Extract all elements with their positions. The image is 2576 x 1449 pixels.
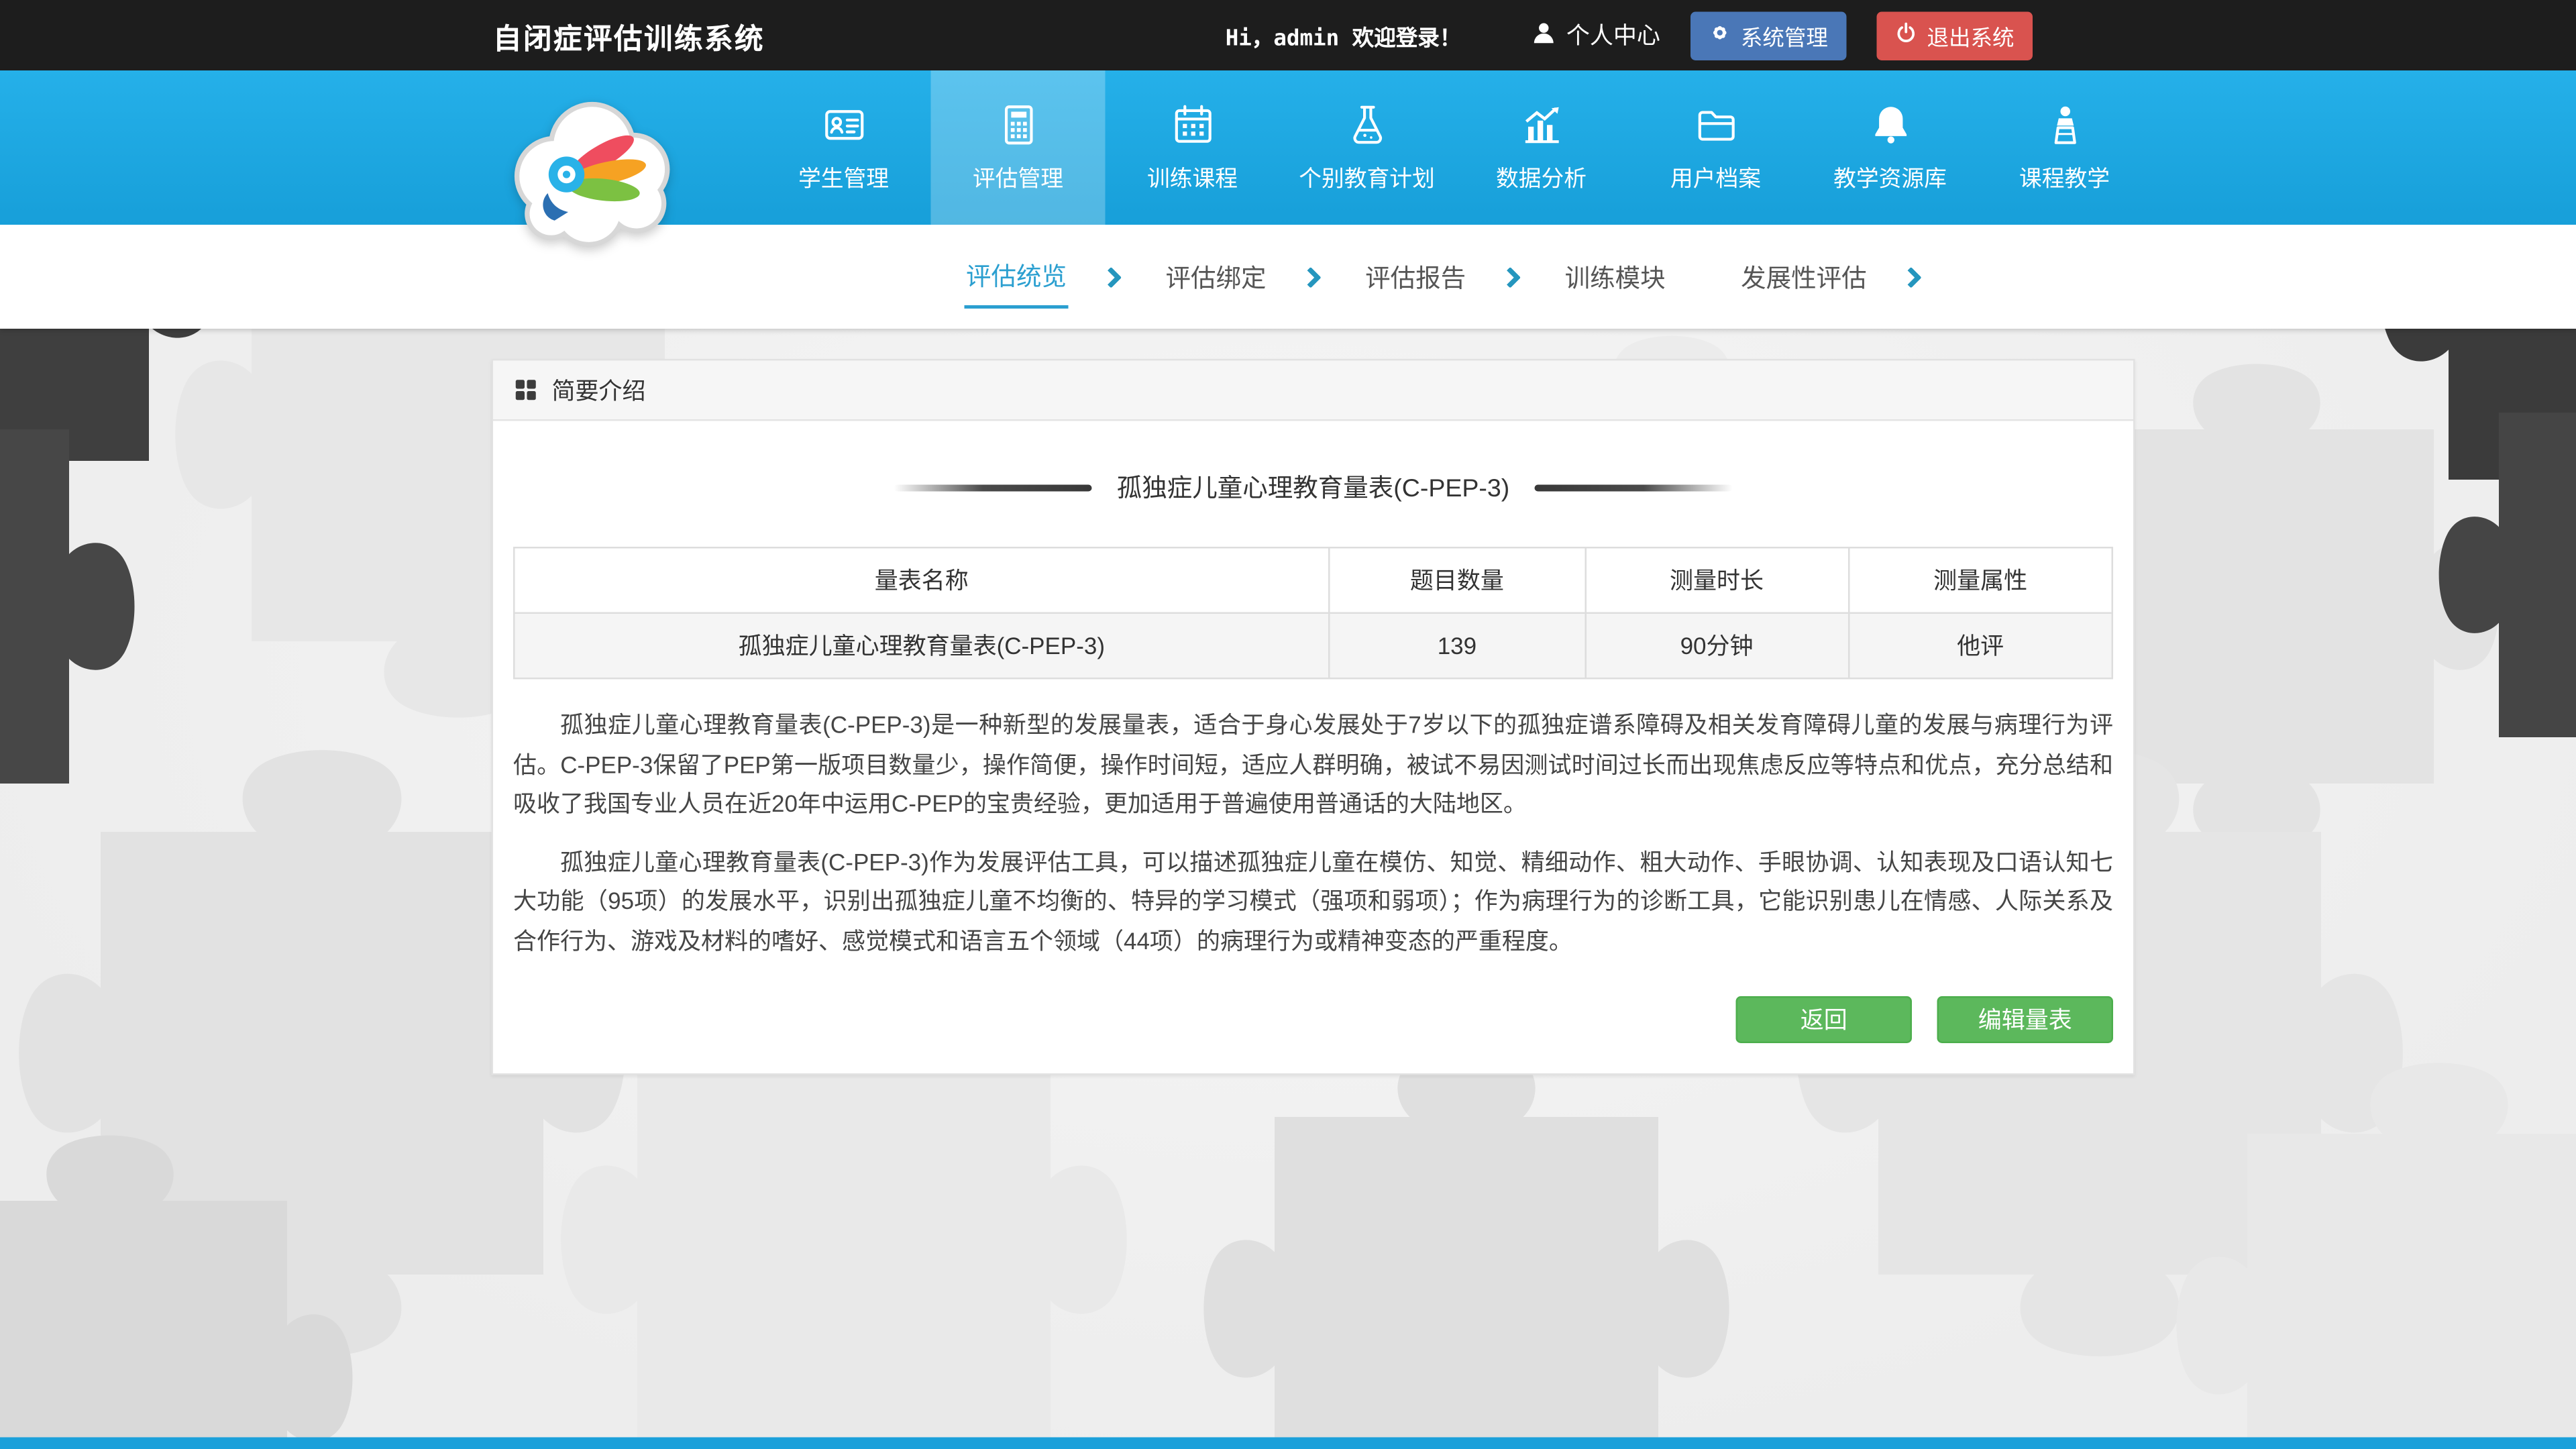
profile-link[interactable]: 个人中心 <box>1531 19 1660 52</box>
col-header-item-count: 题目数量 <box>1329 547 1585 613</box>
intro-card: 简要介绍 孤独症儿童心理教育量表(C-PEP-3) 量表名称 题目数量 <box>492 359 2135 1075</box>
title-divider-right <box>1535 484 1733 490</box>
nav-item-data-analysis[interactable]: 数据分析 <box>1454 70 1629 225</box>
nav-item-students[interactable]: 学生管理 <box>757 70 931 225</box>
gear-icon <box>1709 22 1731 49</box>
user-icon <box>1531 20 1556 50</box>
footer-strip <box>0 1438 2576 1449</box>
nav-label: 用户档案 <box>1670 160 1761 193</box>
system-admin-label: 系统管理 <box>1741 19 1828 52</box>
system-admin-button[interactable]: 系统管理 <box>1690 11 1847 60</box>
card-actions: 返回 编辑量表 <box>513 996 2113 1043</box>
edit-scale-button[interactable]: 编辑量表 <box>1937 996 2114 1043</box>
table-header-row: 量表名称 题目数量 测量时长 测量属性 <box>514 547 2112 613</box>
cell-attribute: 他评 <box>1849 613 2112 679</box>
calculator-icon <box>996 103 1041 148</box>
card-header-label: 简要介绍 <box>552 373 646 407</box>
nav-label: 评估管理 <box>973 160 1063 193</box>
chevron-right-icon <box>1900 266 1922 288</box>
nav-label: 学生管理 <box>798 160 889 193</box>
col-header-attribute: 测量属性 <box>1849 547 2112 613</box>
crumb-developmental-assessment[interactable]: 发展性评估 <box>1739 248 1869 307</box>
topbar-actions: 个人中心 系统管理 退出系统 <box>1531 11 2033 60</box>
app-root: 自闭症评估训练系统 Hi，admin 欢迎登录！ 个人中心 系统管理 退出系统 <box>0 0 2576 1449</box>
logout-button[interactable]: 退出系统 <box>1876 11 2033 60</box>
folder-icon <box>1693 103 1739 148</box>
nav-label: 教学资源库 <box>1833 160 1947 193</box>
nav-item-training-courses[interactable]: 训练课程 <box>1106 70 1280 225</box>
nav-label: 课程教学 <box>2019 160 2110 193</box>
crumb-assessment-overview[interactable]: 评估统览 <box>965 246 1069 308</box>
scale-title: 孤独症儿童心理教育量表(C-PEP-3) <box>1117 470 1509 505</box>
nav-item-user-archives[interactable]: 用户档案 <box>1629 70 1803 225</box>
col-header-scale-name: 量表名称 <box>514 547 1329 613</box>
bell-icon <box>1868 103 1913 148</box>
main-nav: 学生管理 评估管理 <box>0 70 2576 225</box>
nav-label: 数据分析 <box>1496 160 1587 193</box>
breadcrumb-nav: 评估统览 评估绑定 评估报告 训练模块 发展性评估 <box>0 225 2576 329</box>
cell-scale-name: 孤独症儿童心理教育量表(C-PEP-3) <box>514 613 1329 679</box>
profile-label: 个人中心 <box>1566 19 1660 52</box>
nav-item-assessment[interactable]: 评估管理 <box>931 70 1106 225</box>
table-row: 孤独症儿童心理教育量表(C-PEP-3) 139 90分钟 他评 <box>514 613 2112 679</box>
main-content: 简要介绍 孤独症儿童心理教育量表(C-PEP-3) 量表名称 题目数量 <box>0 329 2576 1438</box>
lecturer-icon <box>2042 103 2088 148</box>
nav-label: 个别教育计划 <box>1299 160 1435 193</box>
scale-title-row: 孤独症儿童心理教育量表(C-PEP-3) <box>513 470 2113 505</box>
app-title: 自闭症评估训练系统 <box>493 14 765 56</box>
crumb-training-module[interactable]: 训练模块 <box>1563 248 1667 307</box>
app-logo[interactable] <box>490 77 681 268</box>
grid-icon <box>515 379 537 401</box>
nav-item-teaching-resources[interactable]: 教学资源库 <box>1803 70 1978 225</box>
card-header: 简要介绍 <box>493 361 2133 421</box>
back-button[interactable]: 返回 <box>1736 996 1913 1043</box>
cell-item-count: 139 <box>1329 613 1585 679</box>
nav-item-iep[interactable]: 个别教育计划 <box>1280 70 1454 225</box>
calendar-icon <box>1170 103 1216 148</box>
chevron-right-icon <box>1499 266 1521 288</box>
logout-label: 退出系统 <box>1927 19 2014 52</box>
flask-icon <box>1344 103 1390 148</box>
power-icon <box>1895 22 1917 49</box>
scale-table: 量表名称 题目数量 测量时长 测量属性 孤独症儿童心理教育量表(C-PEP-3)… <box>513 547 2113 680</box>
id-card-icon <box>821 103 867 148</box>
cell-duration: 90分钟 <box>1585 613 1849 679</box>
col-header-duration: 测量时长 <box>1585 547 1849 613</box>
crumb-assessment-binding[interactable]: 评估绑定 <box>1164 248 1268 307</box>
card-body: 孤独症儿童心理教育量表(C-PEP-3) 量表名称 题目数量 测量时长 测量属性 <box>493 421 2133 1074</box>
chevron-right-icon <box>1100 266 1122 288</box>
nav-item-course-teaching[interactable]: 课程教学 <box>1978 70 2152 225</box>
bar-chart-icon <box>1519 103 1564 148</box>
description-paragraph-1: 孤独症儿童心理教育量表(C-PEP-3)是一种新型的发展量表，适合于身心发展处于… <box>513 706 2113 824</box>
crumb-assessment-report[interactable]: 评估报告 <box>1364 248 1468 307</box>
nav-label: 训练课程 <box>1147 160 1238 193</box>
welcome-text: Hi，admin 欢迎登录！ <box>1226 19 1462 52</box>
description-paragraph-2: 孤独症儿童心理教育量表(C-PEP-3)作为发展评估工具，可以描述孤独症儿童在模… <box>513 843 2113 961</box>
title-divider-left <box>894 484 1091 490</box>
chevron-right-icon <box>1300 266 1322 288</box>
topbar: 自闭症评估训练系统 Hi，admin 欢迎登录！ 个人中心 系统管理 退出系统 <box>0 0 2576 70</box>
